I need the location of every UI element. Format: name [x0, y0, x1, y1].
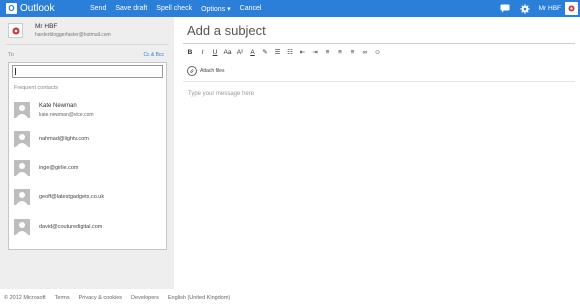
- cancel-button[interactable]: Cancel: [240, 5, 262, 12]
- contact-item[interactable]: geoff@latestgadgets.co.uk: [9, 183, 166, 211]
- italic-button[interactable]: I: [199, 47, 207, 57]
- sender-email: harderbloggerfaster@hotmail.com: [35, 32, 111, 38]
- language-link[interactable]: English (United Kingdom): [168, 295, 230, 301]
- contact-name: Kate Newman: [39, 102, 77, 109]
- align-center-button[interactable]: ≡: [336, 47, 344, 57]
- contact-email: david@couturedigital.com: [39, 224, 103, 230]
- send-button[interactable]: Send: [90, 5, 106, 12]
- decrease-indent-button[interactable]: ⇤: [299, 47, 307, 57]
- bold-button[interactable]: B: [186, 47, 194, 57]
- copyright: © 2012 Microsoft: [4, 294, 46, 301]
- top-right-area: Mr HBF: [499, 0, 580, 17]
- contact-item[interactable]: Kate Newman kate.newman@vice.com: [9, 96, 166, 124]
- subject-field[interactable]: Add a subject: [187, 23, 266, 38]
- developers-link[interactable]: Developers: [131, 295, 159, 301]
- cc-bcc-link[interactable]: Cc & Bcc: [143, 52, 164, 58]
- contact-email: nahmad@lightv.com: [39, 136, 89, 142]
- save-draft-button[interactable]: Save draft: [115, 5, 147, 12]
- privacy-link[interactable]: Privacy & cookies: [79, 295, 122, 301]
- to-label: To: [8, 52, 14, 58]
- contact-avatar: [14, 131, 30, 147]
- frequent-contacts-label: Frequent contacts: [14, 85, 59, 91]
- spell-check-button[interactable]: Spell check: [156, 5, 192, 12]
- attach-files-button[interactable]: Attach files: [187, 66, 224, 76]
- to-input[interactable]: [12, 65, 163, 78]
- options-menu[interactable]: Options ▾: [201, 5, 231, 13]
- compose-panel: Add a subject B I U Aa A² A ✎ ☰ ☷ ⇤ ⇥ ≡ …: [174, 17, 580, 289]
- emoticon-button[interactable]: ☺: [374, 47, 382, 57]
- sender-info: Mr HBF harderbloggerfaster@hotmail.com: [8, 23, 111, 38]
- bulleted-list-button[interactable]: ☷: [286, 47, 294, 57]
- footer: © 2012 Microsoft Terms Privacy & cookies…: [0, 289, 580, 306]
- align-right-button[interactable]: ≡: [349, 47, 357, 57]
- contact-avatar: [14, 219, 30, 235]
- font-color-button[interactable]: A: [249, 47, 257, 57]
- sender-avatar: [8, 23, 23, 38]
- contact-item[interactable]: david@couturedigital.com: [9, 213, 166, 241]
- contact-email: inge@girlie.com: [39, 165, 79, 171]
- user-avatar[interactable]: [565, 2, 578, 15]
- sender-name: Mr HBF: [35, 23, 58, 30]
- link-button[interactable]: ∞: [361, 47, 369, 57]
- user-name[interactable]: Mr HBF: [539, 5, 561, 12]
- numbered-list-button[interactable]: ☰: [274, 47, 282, 57]
- message-body[interactable]: Type your message here: [188, 91, 254, 97]
- contact-item[interactable]: inge@girlie.com: [9, 154, 166, 182]
- contact-avatar: [14, 102, 30, 118]
- command-bar: Send Save draft Spell check Options ▾ Ca…: [90, 0, 270, 17]
- outlook-logo-icon: O: [6, 3, 17, 14]
- contact-item[interactable]: nahmad@lightv.com: [9, 125, 166, 153]
- contact-picker: Frequent contacts Kate Newman kate.newma…: [8, 62, 167, 250]
- recipients-panel: Mr HBF harderbloggerfaster@hotmail.com T…: [0, 17, 174, 289]
- contact-email: geoff@latestgadgets.co.uk: [39, 194, 105, 200]
- contact-avatar: [14, 160, 30, 176]
- attach-files-label: Attach files: [200, 68, 225, 74]
- formatting-toolbar: B I U Aa A² A ✎ ☰ ☷ ⇤ ⇥ ≡ ≡ ≡ ∞ ☺: [186, 47, 386, 57]
- gear-icon[interactable]: [519, 3, 531, 15]
- app-title: Outlook: [20, 3, 55, 14]
- underline-button[interactable]: U: [211, 47, 219, 57]
- contact-avatar: [14, 189, 30, 205]
- brand[interactable]: O Outlook: [6, 1, 54, 16]
- terms-link[interactable]: Terms: [55, 295, 70, 301]
- messaging-icon[interactable]: [499, 3, 511, 15]
- divider: [6, 44, 168, 45]
- text-cursor: [15, 68, 16, 75]
- paperclip-icon: [187, 66, 197, 76]
- align-left-button[interactable]: ≡: [324, 47, 332, 57]
- body-divider: [183, 81, 575, 82]
- contact-email: kate.newman@vice.com: [39, 111, 94, 118]
- font-button[interactable]: Aa: [224, 47, 232, 57]
- increase-indent-button[interactable]: ⇥: [311, 47, 319, 57]
- highlight-button[interactable]: ✎: [261, 47, 269, 57]
- font-size-button[interactable]: A²: [236, 47, 244, 57]
- subject-underline: [183, 43, 575, 44]
- top-bar: O Outlook Send Save draft Spell check Op…: [0, 0, 580, 17]
